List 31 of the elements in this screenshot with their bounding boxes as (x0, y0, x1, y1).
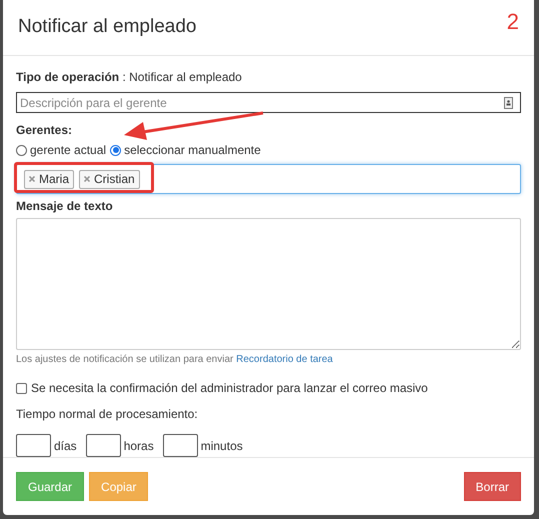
dialog-title: Notificar al empleado (18, 15, 196, 40)
confirmation-checkbox[interactable] (16, 382, 27, 394)
managers-label: Gerentes: (16, 122, 72, 139)
description-field[interactable]: Descripción para el gerente (16, 92, 521, 113)
message-field[interactable] (16, 218, 521, 350)
radio-label: seleccionar manualmente (124, 142, 261, 159)
radio-button[interactable] (110, 144, 122, 156)
unit-label: horas (124, 438, 154, 454)
reminder-link[interactable]: Recordatorio de tarea (236, 354, 333, 365)
save-button[interactable]: Guardar (16, 472, 84, 501)
delete-button[interactable]: Borrar (464, 472, 521, 501)
contact-card-icon (504, 97, 513, 109)
duration-field[interactable] (162, 434, 198, 457)
duration-field[interactable] (16, 434, 51, 457)
message-label: Mensaje de texto (16, 198, 114, 215)
unit-label: minutos (200, 438, 243, 454)
remove-icon[interactable] (84, 176, 90, 182)
radio-label: gerente actual (30, 142, 106, 159)
unit-label: días (54, 438, 77, 454)
processing-label: Tiempo normal de procesamiento: (16, 406, 199, 423)
note-text: Los ajustes de notificación se utilizan para enviar Recordatorio de tarea (16, 353, 334, 367)
manager-tag[interactable]: Maria (24, 170, 74, 188)
duration-field[interactable] (86, 434, 121, 457)
operation-label: Tipo de operación (16, 69, 120, 86)
remove-icon[interactable] (29, 176, 35, 182)
manager-tag[interactable]: Cristian (79, 170, 140, 188)
managers-field[interactable]: Maria Cristian (16, 164, 521, 194)
confirmation-label: Se necesita la confirmación del administrador para lanzar el correo masivo (31, 380, 428, 397)
radio-button[interactable] (16, 144, 27, 156)
annotation-number: 2 (506, 8, 519, 36)
operation-value: : Notificar al empleado (121, 69, 242, 86)
